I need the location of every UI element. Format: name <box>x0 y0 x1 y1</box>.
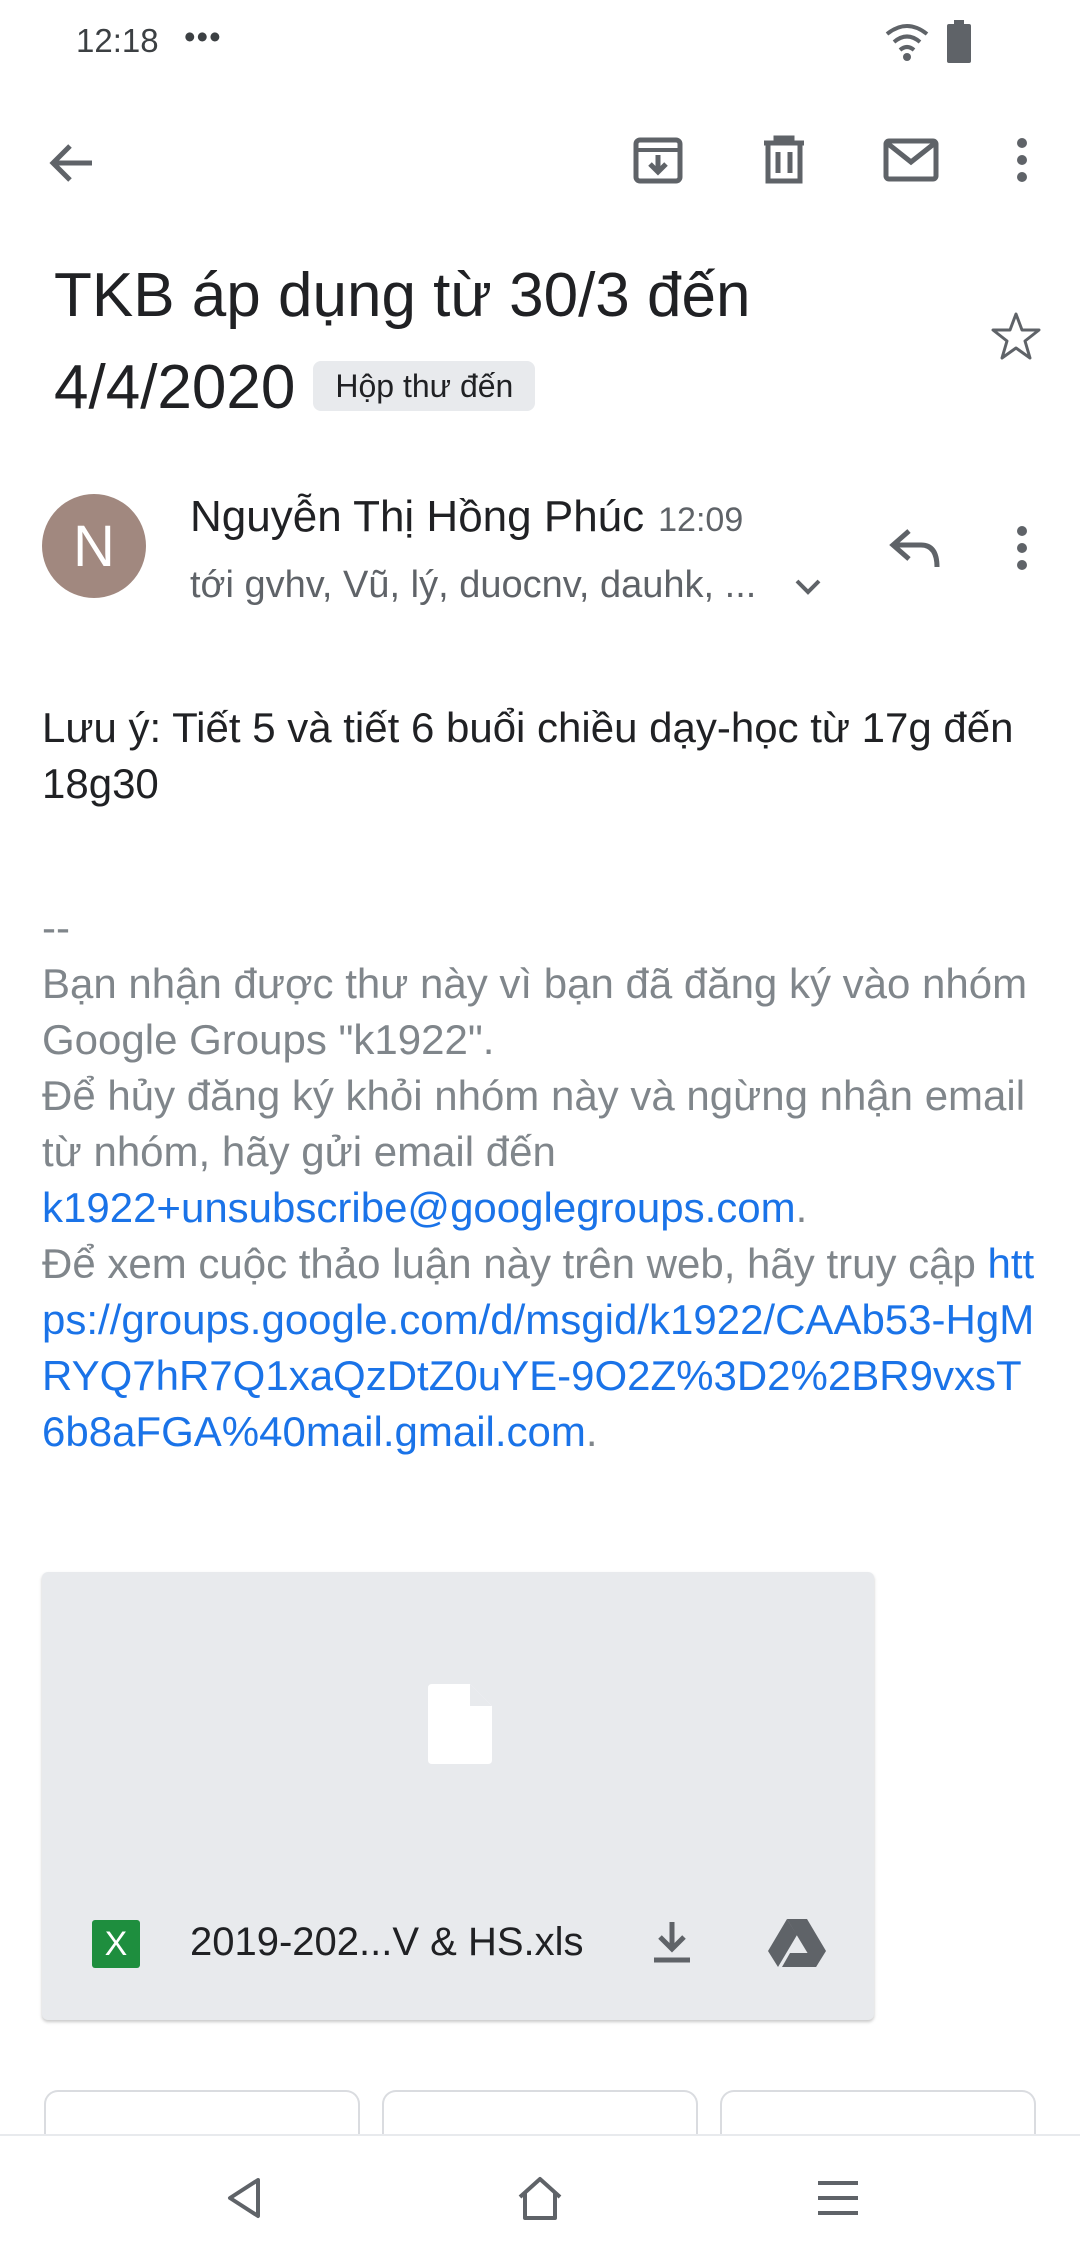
mail-icon <box>883 138 939 182</box>
home-icon <box>518 2177 562 2220</box>
battery-icon <box>946 20 972 69</box>
trash-icon <box>764 135 804 184</box>
nav-home-button[interactable] <box>506 2166 574 2230</box>
archive-button[interactable] <box>622 124 694 196</box>
footer-unsubscribe-text: Để hủy đăng ký khỏi nhóm này và ngừng nh… <box>42 1072 1026 1175</box>
download-icon <box>654 1922 690 1963</box>
status-notification-dots: ••• <box>184 18 222 55</box>
unsubscribe-link[interactable]: k1922+unsubscribe@googlegroups.com <box>42 1184 796 1231</box>
footer-unsubscribe-notice: Để hủy đăng ký khỏi nhóm này và ngừng nh… <box>42 1068 1042 1236</box>
menu-icon <box>818 2181 858 2215</box>
email-time: 12:09 <box>658 501 744 539</box>
mark-unread-button[interactable] <box>874 124 948 196</box>
reply-icon <box>889 529 940 568</box>
recipients-text: tới gvhv, Vũ, lý, duocnv, dauhk, ... <box>190 564 757 606</box>
inbox-label-chip[interactable]: Hộp thư đến <box>313 360 536 411</box>
footer-web-notice: Để xem cuộc thảo luận này trên web, hãy … <box>42 1236 1042 1460</box>
more-vert-icon <box>1017 138 1027 182</box>
nav-back-icon <box>228 2178 260 2218</box>
email-footer: -- Bạn nhận được thư này vì bạn đã đăng … <box>42 900 1042 1460</box>
footer-group-notice: Bạn nhận được thư này vì bạn đã đăng ký … <box>42 960 1028 1063</box>
period: . <box>795 1184 808 1231</box>
more-vert-icon <box>1017 526 1027 570</box>
sender-line: Nguyễn Thị Hồng Phúc 12:09 <box>190 492 743 542</box>
archive-icon <box>633 137 683 184</box>
star-icon <box>991 312 1041 360</box>
xls-file-icon: X <box>92 1920 140 1968</box>
star-button[interactable] <box>986 306 1046 366</box>
nav-menu-button[interactable] <box>804 2166 872 2230</box>
back-arrow-icon <box>49 144 92 182</box>
wifi-icon <box>884 22 930 67</box>
email-body-text: Lưu ý: Tiết 5 và tiết 6 buổi chiều dạy-h… <box>42 704 1014 807</box>
recipients-line[interactable]: tới gvhv, Vũ, lý, duocnv, dauhk, ... <box>190 564 823 607</box>
footer-web-text: Để xem cuộc thảo luận này trên web, hãy … <box>42 1240 976 1287</box>
save-to-drive-button[interactable] <box>762 1910 832 1974</box>
sender-name: Nguyễn Thị Hồng Phúc <box>190 492 645 541</box>
period: . <box>585 1408 598 1455</box>
download-button[interactable] <box>642 1912 702 1972</box>
system-nav-bar <box>0 2134 1080 2262</box>
status-time: 12:18 <box>76 22 159 59</box>
chevron-down-icon <box>795 579 821 595</box>
avatar[interactable]: N <box>42 494 146 598</box>
drive-icon <box>768 1919 826 1967</box>
separator: -- <box>42 904 70 951</box>
reply-button[interactable] <box>882 518 948 578</box>
more-options-button[interactable] <box>1000 124 1044 196</box>
file-icon <box>428 1684 492 1764</box>
attachment-card[interactable]: X 2019-202...V & HS.xls <box>42 1572 874 2020</box>
email-subject: TKB áp dụng từ 30/3 đến 4/4/2020 Hộp thư … <box>54 250 954 434</box>
back-button[interactable] <box>36 128 106 198</box>
attachment-file-name: 2019-202...V & HS.xls <box>190 1920 584 1964</box>
delete-button[interactable] <box>748 124 820 196</box>
message-more-button[interactable] <box>1000 518 1044 578</box>
nav-back-button[interactable] <box>212 2166 276 2230</box>
